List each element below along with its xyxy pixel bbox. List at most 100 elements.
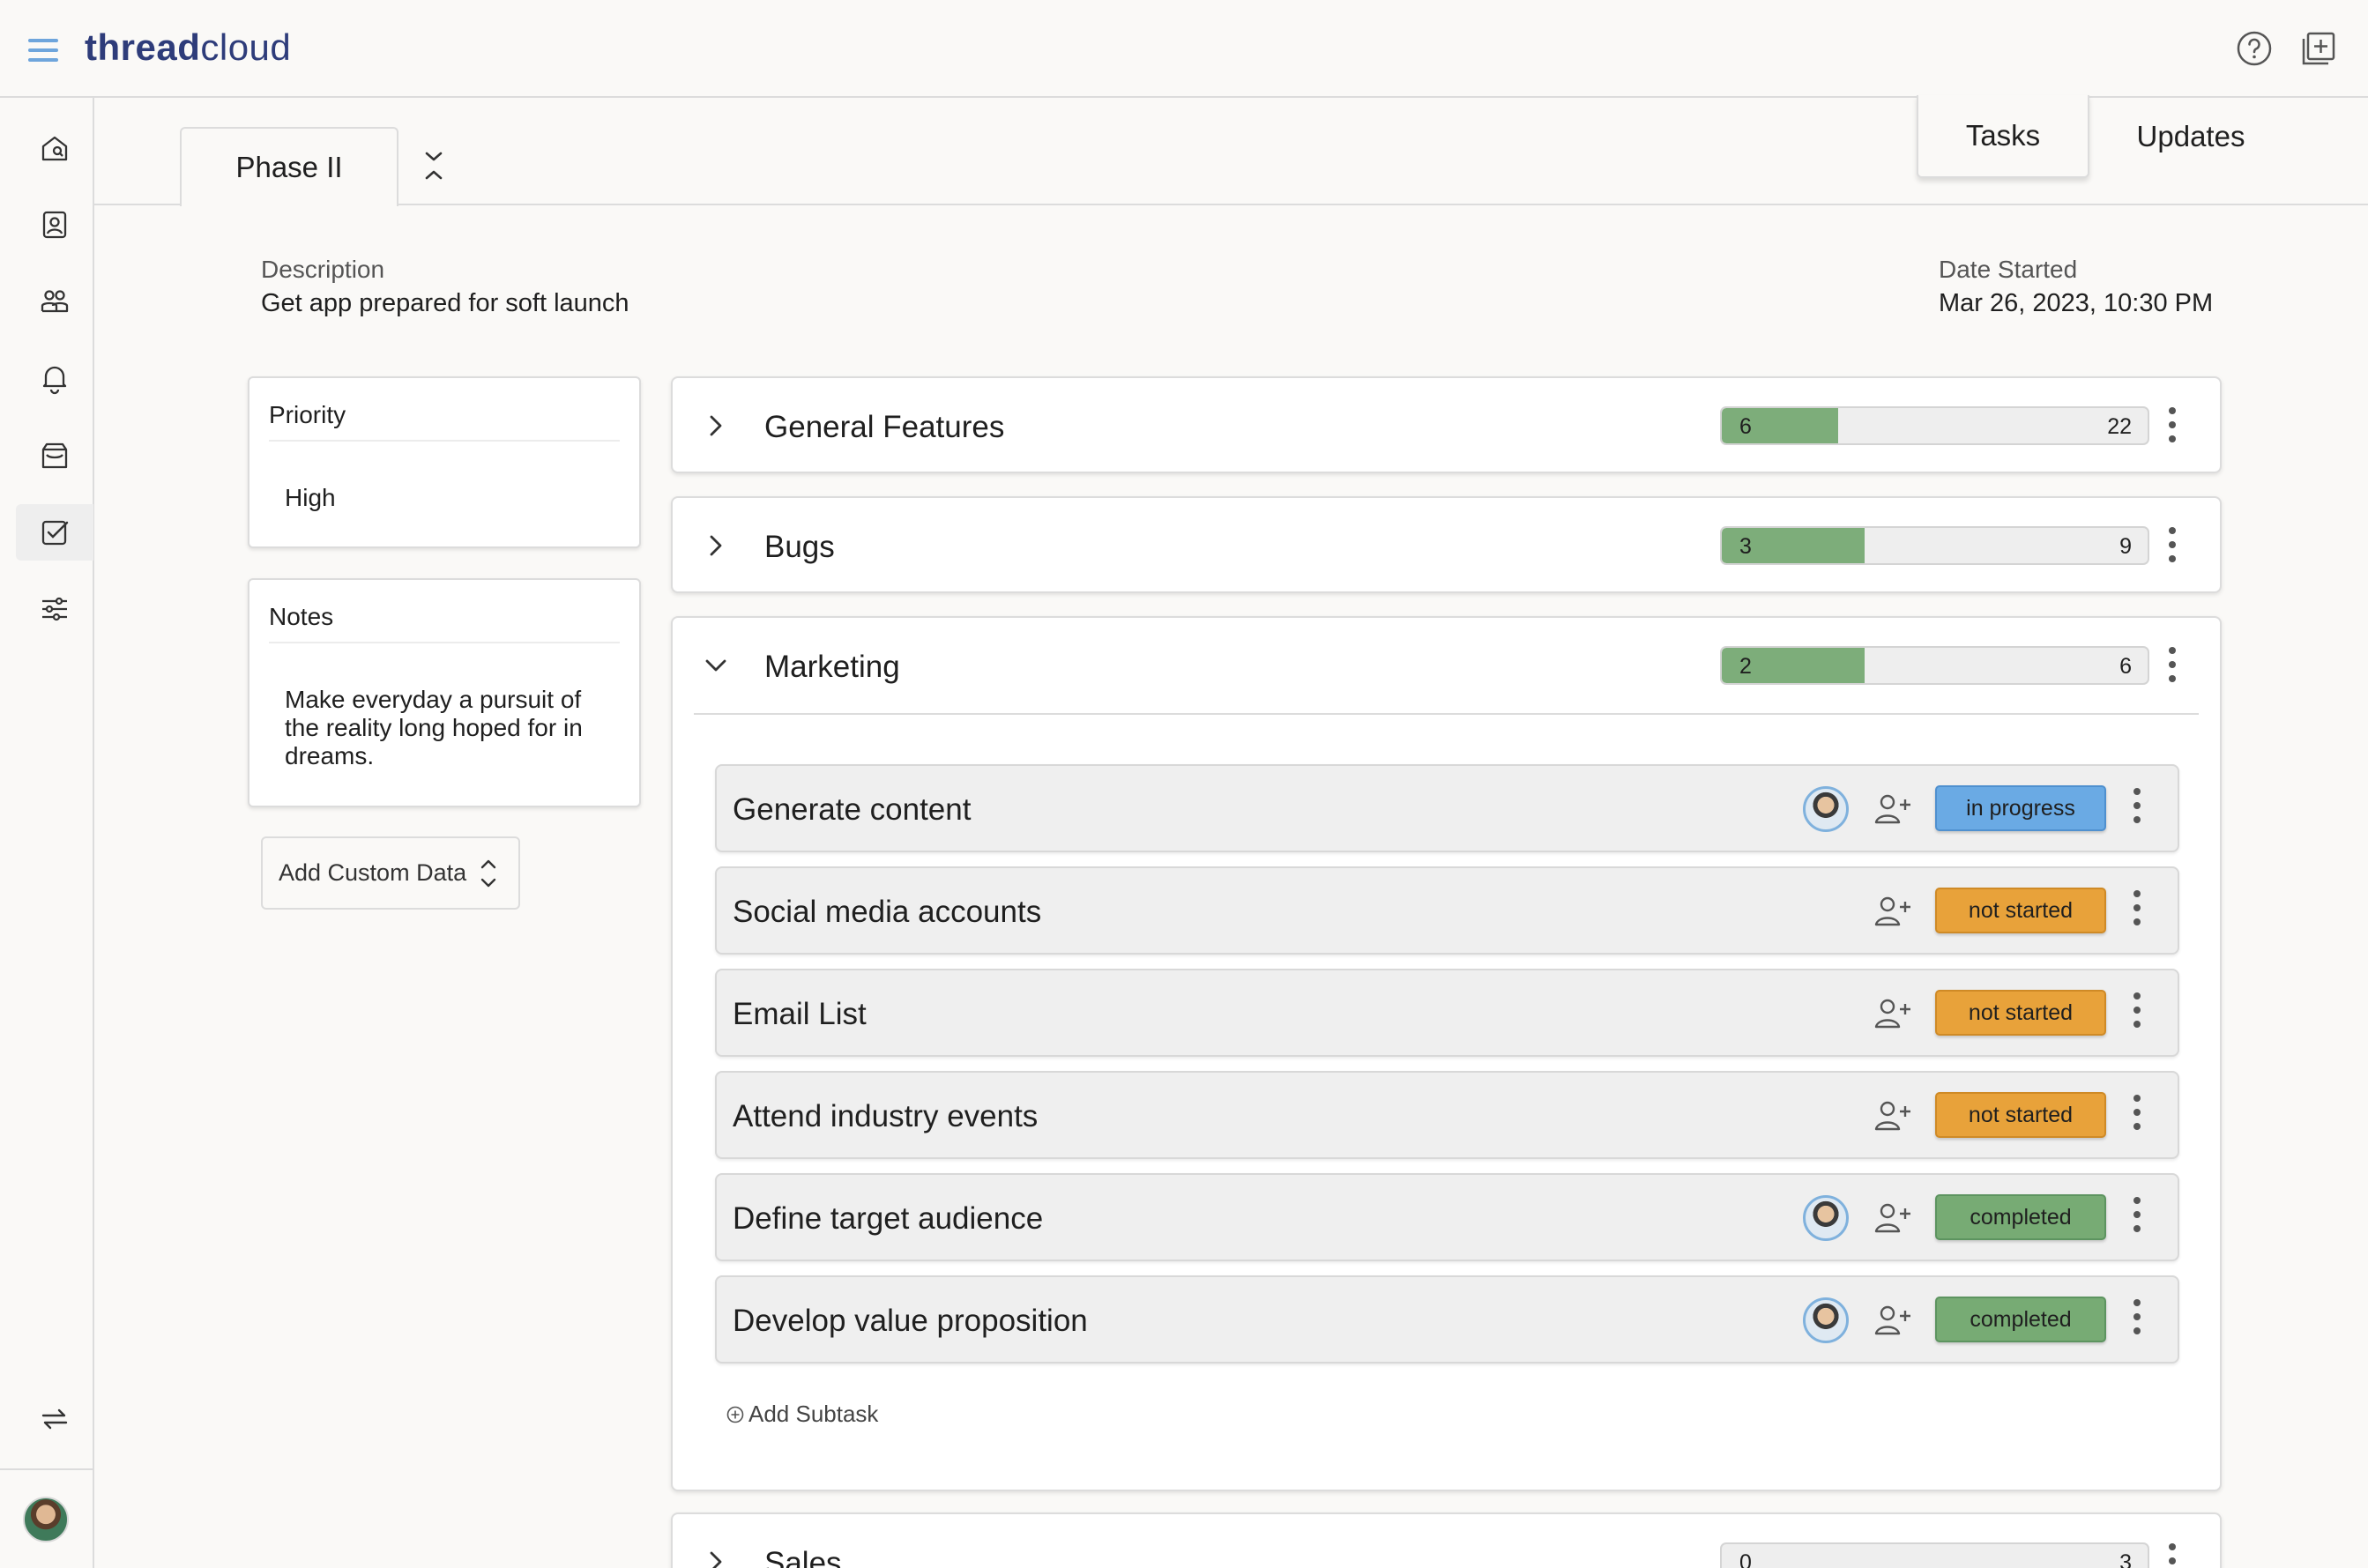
tab-updates-label: Updates [2136, 120, 2245, 152]
add-custom-data-button[interactable]: Add Custom Data [261, 836, 520, 910]
notifications-icon [42, 366, 67, 395]
assignee-avatar[interactable] [1803, 1195, 1849, 1241]
more-options-icon[interactable] [2133, 890, 2141, 931]
chevron-right-icon[interactable] [703, 528, 729, 563]
collapse-expand-icon[interactable] [421, 148, 446, 183]
team-icon [41, 290, 69, 313]
home-icon [41, 136, 68, 161]
add-assignee-icon[interactable] [1872, 1302, 1914, 1339]
subtask-row[interactable]: Develop value proposition completed [715, 1275, 2179, 1364]
inbox-icon [41, 442, 68, 469]
menu-icon[interactable] [28, 39, 58, 62]
sidebar-item-inbox[interactable] [16, 427, 93, 484]
add-assignee-icon[interactable] [1872, 893, 1914, 930]
add-assignee-icon[interactable] [1872, 1097, 1914, 1134]
task-group-divider [694, 713, 2199, 715]
assignee-avatar[interactable] [1803, 786, 1849, 832]
progress-total-count: 22 [2107, 414, 2132, 439]
sidebar-item-team[interactable] [16, 273, 93, 330]
more-options-icon[interactable] [2133, 788, 2141, 829]
contacts-icon [42, 211, 67, 239]
more-options-icon[interactable] [2133, 992, 2141, 1033]
settings-sliders-icon [42, 597, 67, 621]
chevron-up-down-icon [480, 859, 496, 887]
tab-strip-divider [94, 204, 2368, 205]
description-value: Get app prepared for soft launch [261, 289, 629, 317]
app-logo[interactable]: threadcloud [85, 26, 291, 69]
status-badge[interactable]: in progress [1935, 785, 2106, 831]
plus-circle-icon [726, 1406, 744, 1423]
more-options-icon[interactable] [2168, 1543, 2177, 1568]
tab-phase[interactable]: Phase II [180, 127, 398, 206]
task-group-name: Bugs [764, 530, 835, 564]
subtask-name: Develop value proposition [733, 1304, 1088, 1338]
add-subtask-button[interactable]: Add Subtask [726, 1401, 878, 1428]
progress-done-count: 6 [1739, 414, 1752, 439]
notes-value: Make everyday a pursuit of the reality l… [285, 686, 583, 769]
task-group-progress: 6 22 [1720, 406, 2149, 445]
add-assignee-icon[interactable] [1872, 995, 1914, 1032]
status-badge[interactable]: not started [1935, 1092, 2106, 1138]
progress-done-count: 2 [1739, 654, 1752, 679]
add-assignee-icon[interactable] [1872, 791, 1914, 828]
subtask-row[interactable]: Attend industry events not started [715, 1071, 2179, 1159]
status-badge[interactable]: not started [1935, 990, 2106, 1036]
more-options-icon[interactable] [2133, 1095, 2141, 1135]
more-options-icon[interactable] [2168, 407, 2177, 448]
add-subtask-label: Add Subtask [748, 1401, 879, 1427]
subtask-name: Generate content [733, 792, 972, 827]
notes-card[interactable]: Notes Make everyday a pursuit of the rea… [248, 578, 641, 807]
task-group-progress: 3 9 [1720, 526, 2149, 565]
subtask-row[interactable]: Define target audience completed [715, 1173, 2179, 1261]
priority-card[interactable]: Priority High [248, 376, 641, 548]
progress-done-count: 3 [1739, 534, 1752, 559]
more-options-icon[interactable] [2133, 1197, 2141, 1237]
priority-divider [269, 440, 620, 442]
tab-tasks[interactable]: Tasks [1917, 95, 2089, 178]
status-badge[interactable]: not started [1935, 888, 2106, 933]
status-badge[interactable]: completed [1935, 1297, 2106, 1342]
progress-total-count: 9 [2119, 534, 2132, 559]
phase-tab-label: Phase II [235, 151, 343, 183]
priority-label: Priority [269, 401, 346, 428]
subtask-row[interactable]: Generate content in progress [715, 764, 2179, 852]
sidebar-item-notifications[interactable] [16, 350, 93, 406]
task-group-name: Sales [764, 1546, 842, 1568]
add-window-icon[interactable] [2300, 30, 2337, 67]
more-options-icon[interactable] [2168, 647, 2177, 687]
task-group-general-features[interactable]: General Features 6 22 [671, 376, 2222, 473]
chevron-right-icon[interactable] [703, 1544, 729, 1568]
task-group-progress: 2 6 [1720, 646, 2149, 685]
task-group-marketing[interactable]: Marketing 2 6 Generate content in progre… [671, 616, 2222, 1491]
tab-updates[interactable]: Updates [2089, 95, 2292, 178]
subtask-row[interactable]: Social media accounts not started [715, 866, 2179, 955]
sync-icon [41, 1408, 68, 1430]
task-group-bugs[interactable]: Bugs 3 9 [671, 496, 2222, 593]
task-group-name: Marketing [764, 650, 900, 684]
sidebar-item-contacts[interactable] [16, 197, 93, 253]
chevron-right-icon[interactable] [703, 408, 729, 443]
notes-label: Notes [269, 603, 334, 630]
sidebar-item-sync[interactable] [16, 1391, 93, 1447]
subtask-row[interactable]: Email List not started [715, 969, 2179, 1057]
sidebar-item-tasks[interactable] [16, 504, 93, 561]
sidebar-item-home[interactable] [16, 120, 93, 176]
description-label: Description [261, 256, 385, 283]
progress-total-count: 3 [2119, 1550, 2132, 1568]
chevron-down-icon[interactable] [703, 648, 729, 683]
more-options-icon[interactable] [2133, 1299, 2141, 1340]
sidebar-item-settings[interactable] [16, 581, 93, 637]
user-avatar[interactable] [23, 1497, 69, 1542]
sidebar-divider [0, 1468, 93, 1470]
task-group-sales[interactable]: Sales 0 3 [671, 1512, 2222, 1568]
status-badge[interactable]: completed [1935, 1194, 2106, 1240]
task-group-progress: 0 3 [1720, 1542, 2149, 1568]
progress-done-count: 0 [1739, 1550, 1752, 1568]
add-assignee-icon[interactable] [1872, 1200, 1914, 1237]
more-options-icon[interactable] [2168, 527, 2177, 568]
help-icon[interactable] [2236, 30, 2273, 67]
progress-total-count: 6 [2119, 654, 2132, 679]
assignee-avatar[interactable] [1803, 1297, 1849, 1343]
subtask-name: Define target audience [733, 1201, 1044, 1236]
tab-tasks-label: Tasks [1965, 119, 2041, 152]
